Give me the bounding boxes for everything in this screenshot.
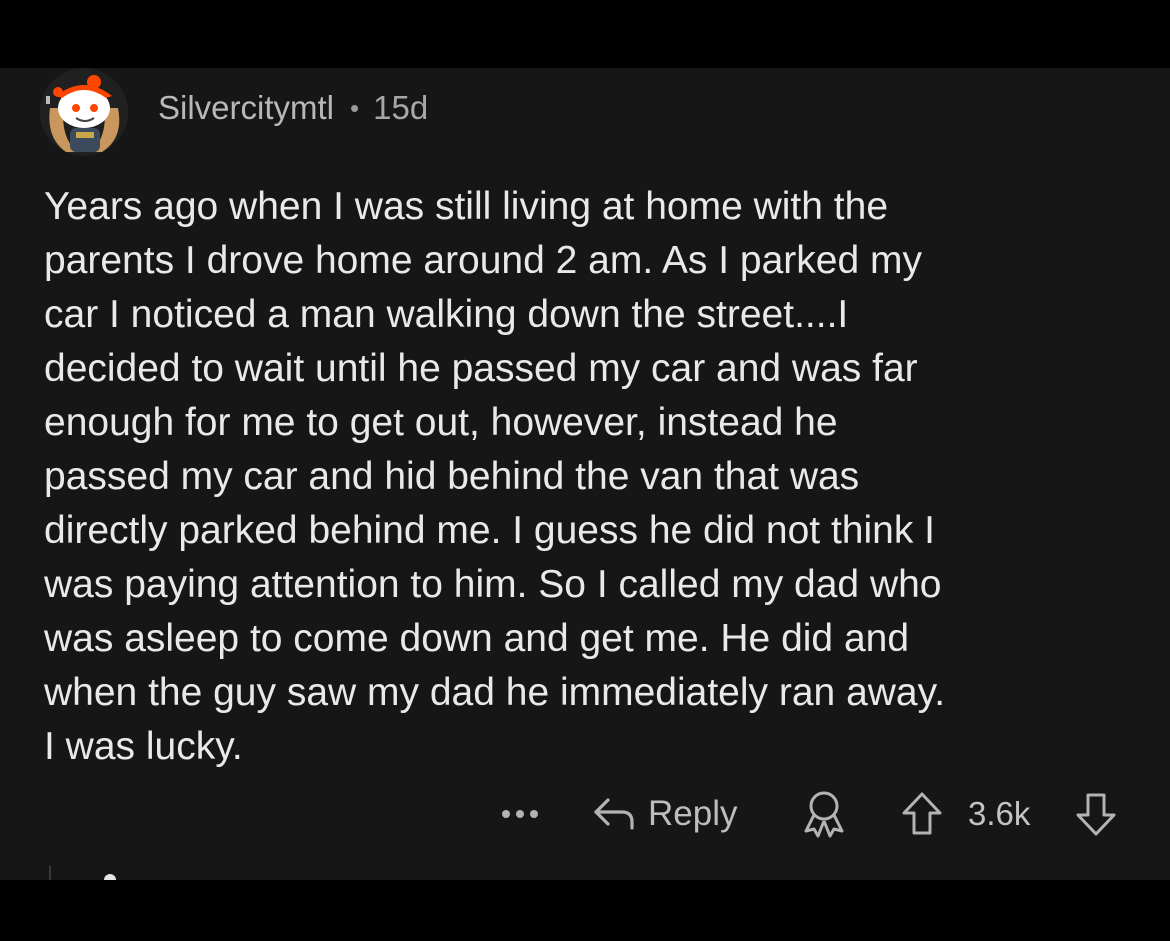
downvote-arrow-icon [1076,793,1116,836]
award-button[interactable] [800,786,848,842]
award-icon [804,791,844,838]
downvote-button[interactable] [1074,786,1118,842]
comment-meta: Silvercitymtl • 15d [158,86,428,130]
vote-score: 3.6k [968,795,1031,832]
reply-label: Reply [648,794,738,833]
next-avatar-edge [104,874,116,880]
reply-button[interactable]: Reply [592,786,737,842]
snoo-avatar-icon [40,68,128,156]
comment-body: Years ago when I was still living at hom… [44,185,946,768]
reply-arrow-icon [594,798,634,830]
upvote-button[interactable] [900,786,944,842]
more-options-button[interactable] [497,786,543,842]
comment-action-bar: Reply 3.6k [0,786,1170,842]
comment-age: 15d [373,89,429,126]
username-link[interactable]: Silvercitymtl [158,89,334,127]
ellipsis-icon [502,810,538,818]
thread-line [49,866,51,880]
avatar[interactable] [36,68,132,156]
meta-separator: • [350,92,360,123]
upvote-arrow-icon [902,792,942,835]
